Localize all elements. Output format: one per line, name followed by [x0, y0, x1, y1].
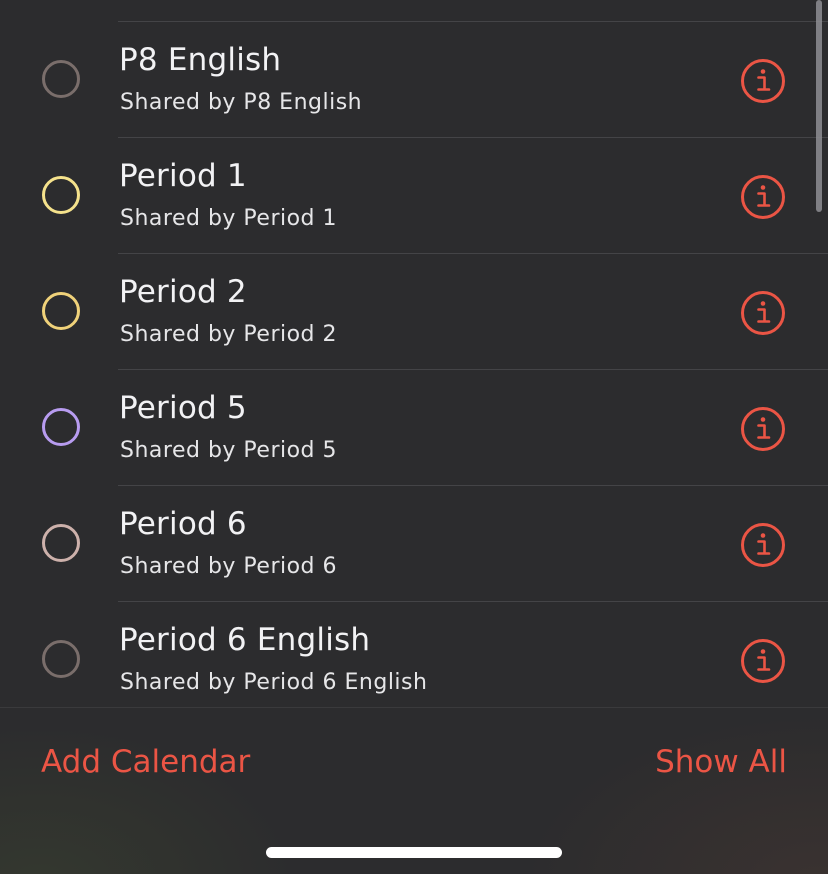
- calendar-shared-by: Shared by P8 English: [120, 90, 363, 115]
- calendar-toggle[interactable]: [42, 524, 80, 562]
- calendar-name: Period 5: [119, 390, 247, 426]
- calendar-shared-by: Shared by Period 1: [120, 206, 338, 231]
- info-icon[interactable]: [740, 406, 786, 452]
- calendar-row[interactable]: Period 5 Shared by Period 5: [0, 370, 828, 486]
- calendar-toggle[interactable]: [42, 60, 80, 98]
- calendar-row[interactable]: Period 6 Shared by Period 6: [0, 486, 828, 602]
- add-calendar-button[interactable]: Add Calendar: [41, 744, 250, 780]
- calendar-toggle[interactable]: [42, 640, 80, 678]
- info-icon[interactable]: [740, 522, 786, 568]
- calendar-name: Period 1: [119, 158, 247, 194]
- show-all-button[interactable]: Show All: [655, 744, 787, 780]
- calendar-name: P8 English: [119, 42, 282, 78]
- calendar-row[interactable]: Period 6 English Shared by Period 6 Engl…: [0, 602, 828, 707]
- calendar-name: Period 6: [119, 506, 247, 542]
- calendar-shared-by: Shared by Period 5: [120, 438, 338, 463]
- calendar-name: Period 2: [119, 274, 247, 310]
- calendar-toggle[interactable]: [42, 292, 80, 330]
- info-icon[interactable]: [740, 58, 786, 104]
- calendar-row[interactable]: Period 2 Shared by Period 2: [0, 254, 828, 370]
- home-indicator[interactable]: [266, 847, 562, 858]
- calendar-toggle[interactable]: [42, 176, 80, 214]
- calendars-screen: P8 English Shared by P8 English Period 1…: [0, 0, 828, 874]
- calendar-name: Period 6 English: [119, 622, 371, 658]
- calendar-shared-by: Shared by Period 6 English: [120, 670, 428, 695]
- scrollbar[interactable]: [816, 0, 822, 212]
- info-icon[interactable]: [740, 174, 786, 220]
- calendar-list: P8 English Shared by P8 English Period 1…: [0, 0, 828, 707]
- calendar-toggle[interactable]: [42, 408, 80, 446]
- info-icon[interactable]: [740, 290, 786, 336]
- calendar-row[interactable]: Period 1 Shared by Period 1: [0, 138, 828, 254]
- calendar-shared-by: Shared by Period 6: [120, 554, 338, 579]
- info-icon[interactable]: [740, 638, 786, 684]
- calendar-row[interactable]: P8 English Shared by P8 English: [0, 22, 828, 138]
- calendar-shared-by: Shared by Period 2: [120, 322, 338, 347]
